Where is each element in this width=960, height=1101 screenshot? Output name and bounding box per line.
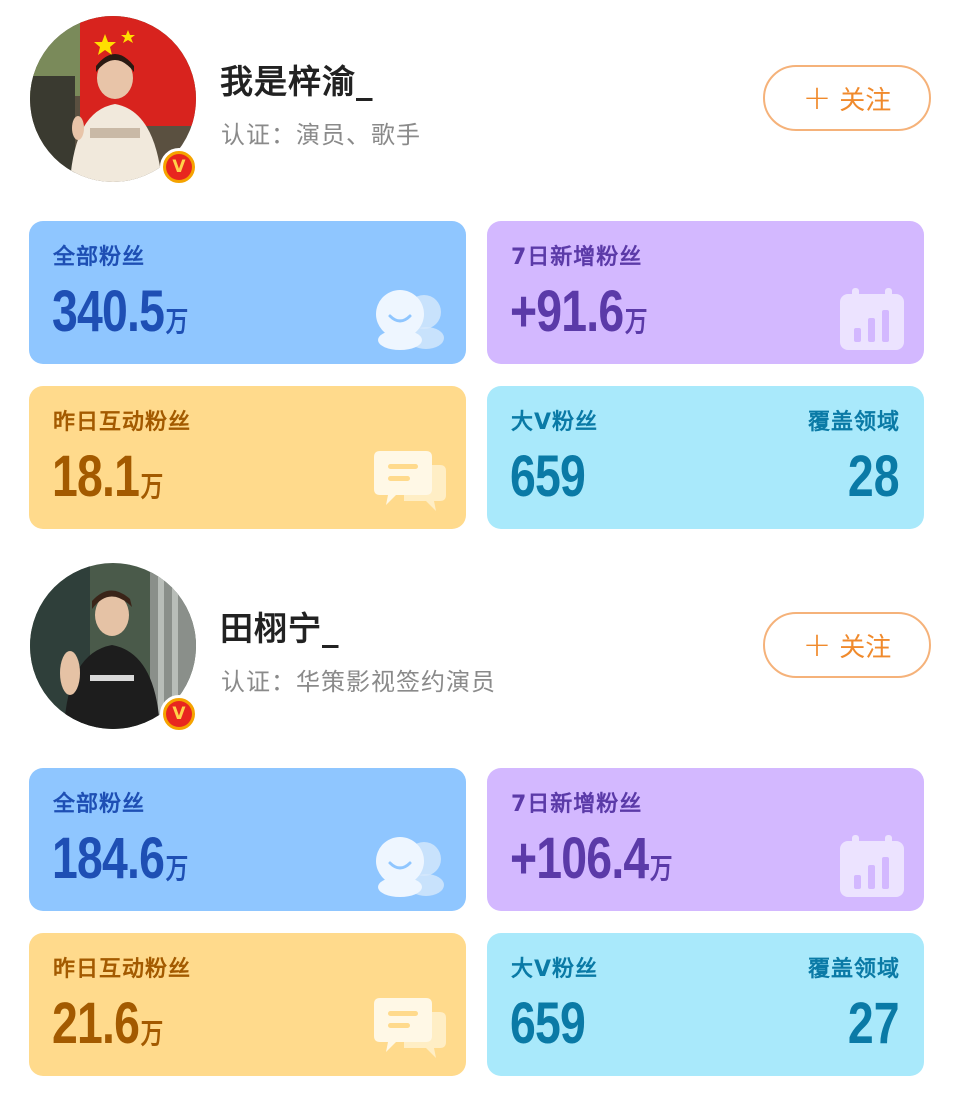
stat-value-domains: 28	[848, 444, 900, 509]
stat-label: 昨日互动粉丝	[53, 410, 192, 435]
profile-card-1: V 我是梓渝_ 认证：演员、歌手 + 关注 全部粉丝 340.5万 7日新增粉丝…	[0, 0, 960, 548]
follow-label: 关注	[839, 85, 892, 116]
stat-card-active-fans[interactable]: 昨日互动粉丝 18.1万	[29, 386, 466, 529]
stat-card-active-fans[interactable]: 昨日互动粉丝 21.6万	[29, 933, 466, 1076]
chat-bubble-icon	[374, 451, 446, 511]
follow-label: 关注	[839, 632, 892, 663]
stat-label: 大V粉丝	[511, 957, 599, 982]
stat-label: 7日新增粉丝	[511, 792, 643, 817]
stat-card-total-fans[interactable]: 全部粉丝 340.5万	[29, 221, 466, 364]
people-icon	[376, 837, 444, 897]
bar-calendar-icon	[840, 288, 904, 350]
stat-value: 340.5万	[52, 279, 188, 344]
certification-text: 认证：演员、歌手	[221, 121, 421, 149]
stat-card-total-fans[interactable]: 全部粉丝 184.6万	[29, 768, 466, 911]
profile-name[interactable]: 我是梓渝_	[220, 55, 374, 103]
follow-button[interactable]: + 关注	[763, 612, 931, 678]
bar-calendar-icon	[840, 835, 904, 897]
stat-label: 全部粉丝	[53, 792, 146, 817]
stat-label: 大V粉丝	[511, 410, 599, 435]
plus-icon: +	[802, 625, 832, 665]
stat-label: 全部粉丝	[53, 245, 146, 270]
stat-card-new-fans-7d[interactable]: 7日新增粉丝 +91.6万	[487, 221, 924, 364]
stat-label-domains: 覆盖领域	[807, 957, 900, 982]
certification-text: 认证：华策影视签约演员	[221, 668, 496, 696]
chat-bubble-icon	[374, 998, 446, 1058]
stat-value: 659	[510, 444, 586, 509]
stat-card-bigv-fans[interactable]: 大V粉丝 659 覆盖领域 28	[487, 386, 924, 529]
stat-value: 21.6万	[52, 991, 163, 1056]
follow-button[interactable]: + 关注	[763, 65, 931, 131]
stat-value: +91.6万	[510, 279, 647, 344]
stat-card-bigv-fans[interactable]: 大V粉丝 659 覆盖领域 27	[487, 933, 924, 1076]
people-icon	[376, 290, 444, 350]
stat-value: 18.1万	[52, 444, 163, 509]
profile-name[interactable]: 田栩宁_	[220, 602, 340, 650]
stat-label: 昨日互动粉丝	[53, 957, 192, 982]
stat-value: 184.6万	[52, 826, 188, 891]
stat-value-domains: 27	[848, 991, 900, 1056]
stat-value: 659	[510, 991, 586, 1056]
stat-card-new-fans-7d[interactable]: 7日新增粉丝 +106.4万	[487, 768, 924, 911]
stat-label: 7日新增粉丝	[511, 245, 643, 270]
verified-v-icon: V	[160, 148, 198, 186]
profile-card-2: V 田栩宁_ 认证：华策影视签约演员 + 关注 全部粉丝 184.6万 7日新增…	[0, 547, 960, 1095]
plus-icon: +	[802, 78, 832, 118]
stat-label-domains: 覆盖领域	[807, 410, 900, 435]
verified-v-icon: V	[160, 695, 198, 733]
stat-value: +106.4万	[510, 826, 672, 891]
